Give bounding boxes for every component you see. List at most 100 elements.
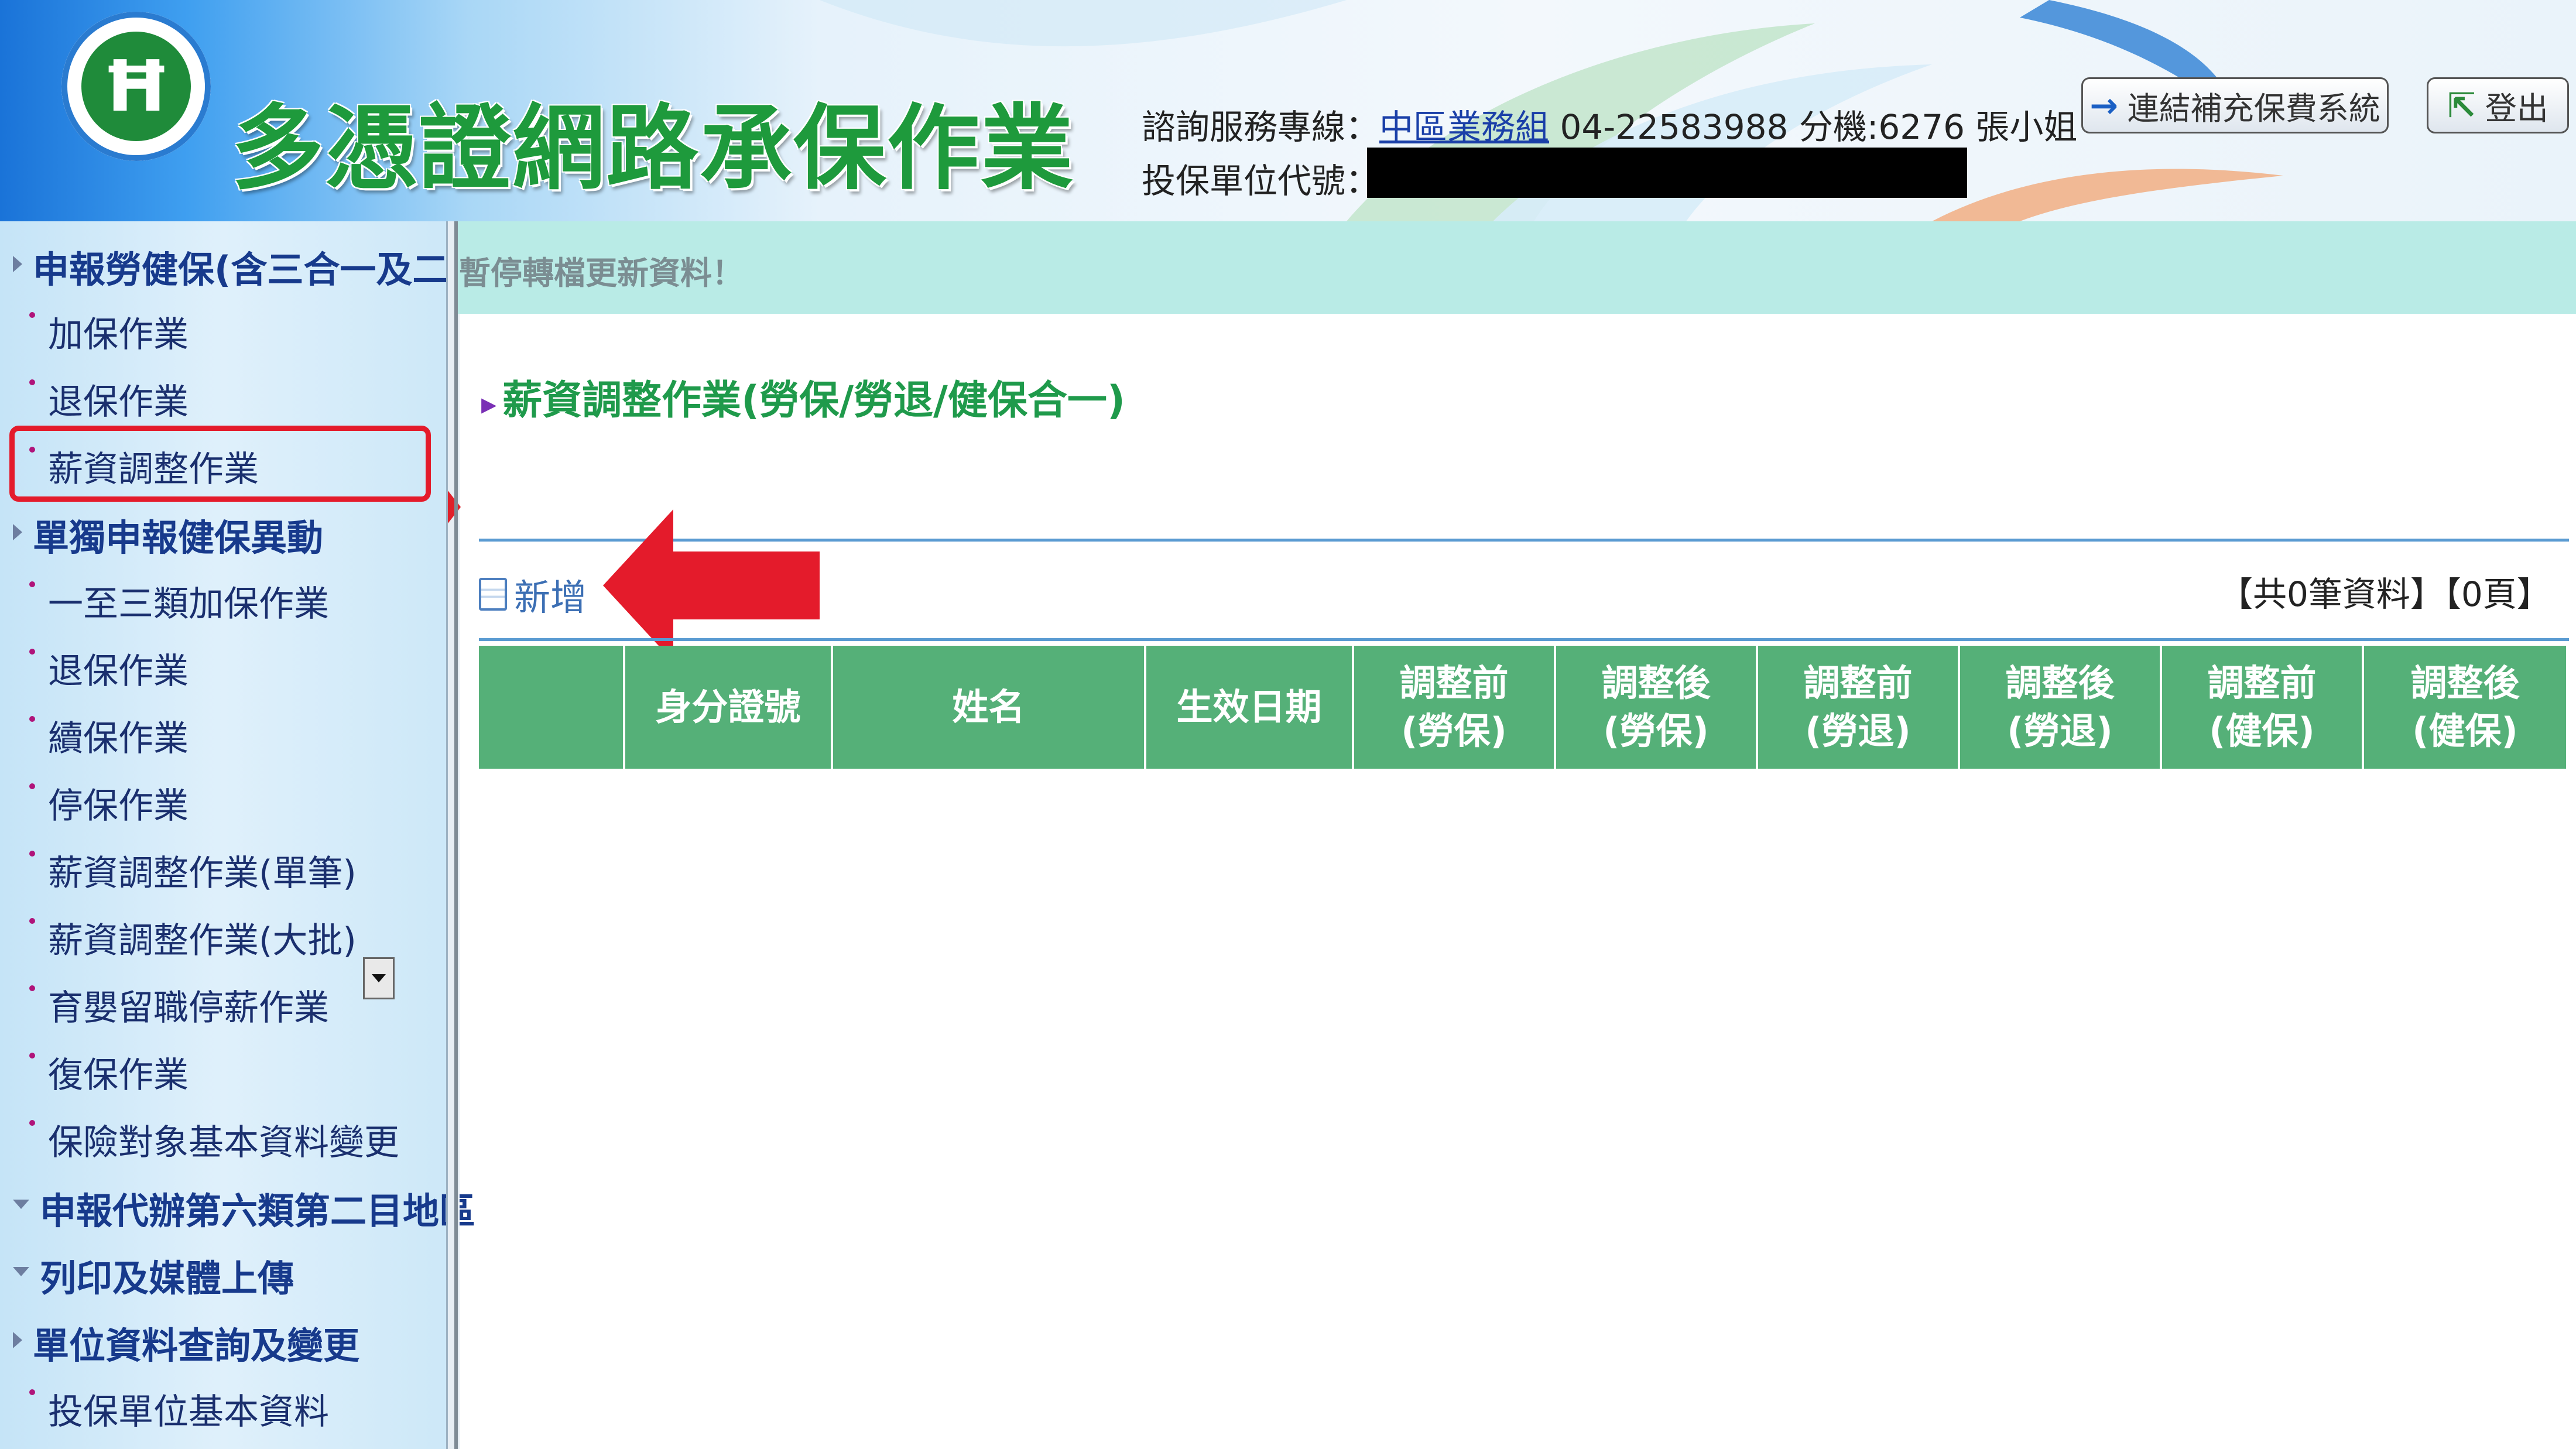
sidebar-item[interactable]: 加保作業 bbox=[29, 306, 189, 357]
sidebar-item-label: 一至三類加保作業 bbox=[48, 584, 329, 625]
sidebar-category[interactable]: 申報勞健保(含三合一及二 bbox=[13, 240, 448, 293]
sidebar-item-label: 薪資調整作業(單筆) bbox=[48, 853, 357, 894]
app-header: Ħ 多憑證網路承保作業 諮詢服務專線：中區業務組 04-22583988 分機:… bbox=[0, 0, 2576, 221]
bullet-icon: ▸ bbox=[481, 386, 497, 422]
bullet-dot-icon bbox=[29, 918, 35, 924]
header-line: 調整前 bbox=[1803, 662, 1913, 704]
section-title: ▸ 薪資調整作業(勞保/勞退/健保合一) bbox=[481, 378, 1125, 424]
table-header-row: 身分證號 姓名 生效日期 調整前 (勞保) 調整後 (勞保) 調整前 (勞退) 調整後 (勞退) 調整… bbox=[479, 646, 2566, 769]
splitter-line bbox=[454, 221, 458, 1449]
record-count: 【共0筆資料】【0頁】 bbox=[2219, 574, 2551, 614]
table-header-cell: 調整後 (勞保) bbox=[1556, 646, 1758, 769]
caret-down-icon bbox=[13, 1199, 29, 1209]
header-line: 姓名 bbox=[952, 686, 1025, 728]
table-header-cell: 調整前 (健保) bbox=[2162, 646, 2364, 769]
sidebar: 申報勞健保(含三合一及二 加保作業 退保作業 薪資調整作業 單獨申報健保異動 一至三類加保… bbox=[0, 221, 475, 1449]
sidebar-item-label: 退保作業 bbox=[48, 382, 189, 423]
header-line: (健保) bbox=[2209, 710, 2315, 752]
table-header-cell: 調整後 (健保) bbox=[2364, 646, 2566, 769]
sidebar-item-label: 投保單位基本資料 bbox=[48, 1392, 329, 1433]
sidebar-item-label: 單獨申報健保異動 bbox=[33, 516, 324, 559]
hotline-info: 諮詢服務專線：中區業務組 04-22583988 分機:6276 張小姐 bbox=[1142, 107, 2078, 147]
sidebar-item-label: 育嬰留職停薪作業 bbox=[48, 988, 329, 1029]
sidebar-item[interactable]: 退保作業 bbox=[29, 374, 189, 424]
notice-bar: 暫停轉檔更新資料！ bbox=[458, 221, 2576, 314]
sidebar-item[interactable]: 停保作業 bbox=[29, 777, 189, 828]
sidebar-item-label: 申報代辦第六類第二目地區 bbox=[40, 1190, 476, 1232]
sidebar-category[interactable]: 申報代辦第六類第二目地區 bbox=[13, 1181, 475, 1234]
header-line: (健保) bbox=[2412, 710, 2518, 752]
sidebar-item-label: 列印及媒體上傳 bbox=[40, 1257, 294, 1300]
header-line: (勞保) bbox=[1603, 710, 1709, 752]
sidebar-item-label: 申報勞健保(含三合一及二 bbox=[33, 248, 449, 291]
sidebar-item[interactable]: 一至三類加保作業 bbox=[29, 576, 329, 626]
table-header-cell bbox=[479, 646, 625, 769]
caret-down-icon bbox=[13, 1266, 29, 1276]
sidebar-item[interactable]: 薪資調整作業(單筆) bbox=[29, 845, 357, 896]
supplement-fee-link-button[interactable]: → 連結補充保費系統 bbox=[2081, 77, 2389, 133]
bullet-dot-icon bbox=[29, 312, 35, 318]
add-document-icon bbox=[479, 578, 507, 611]
arrow-right-icon: → bbox=[2089, 85, 2118, 125]
caret-right-icon bbox=[13, 1331, 22, 1348]
unit-code-label: 投保單位代號： bbox=[1142, 161, 1380, 201]
table-header-cell: 調整前 (勞退) bbox=[1758, 646, 1960, 769]
table-divider bbox=[479, 638, 2569, 641]
caret-right-icon bbox=[13, 255, 22, 272]
bullet-dot-icon bbox=[29, 985, 35, 991]
sidebar-item[interactable]: 復保作業 bbox=[29, 1047, 189, 1098]
chevron-down-icon bbox=[372, 974, 386, 982]
sidebar-category[interactable]: 單位資料查詢及變更 bbox=[13, 1316, 359, 1369]
table-header-cell: 身分證號 bbox=[625, 646, 833, 769]
sidebar-item[interactable]: 退保作業 bbox=[29, 643, 189, 694]
sidebar-item-label: 復保作業 bbox=[48, 1055, 189, 1096]
caret-right-icon bbox=[13, 523, 22, 540]
header-line: 調整後 bbox=[2410, 662, 2520, 704]
hotline-link[interactable]: 中區業務組 bbox=[1379, 107, 1549, 147]
table-header-cell: 調整前 (勞保) bbox=[1354, 646, 1556, 769]
sidebar-item-label: 單位資料查詢及變更 bbox=[33, 1324, 360, 1367]
sidebar-item-label: 退保作業 bbox=[48, 651, 189, 692]
redacted-unit-code bbox=[1367, 148, 1967, 198]
sidebar-item-label: 薪資調整作業(大批) bbox=[48, 920, 357, 961]
sidebar-category[interactable]: 單獨申報健保異動 bbox=[13, 508, 323, 561]
sidebar-item[interactable]: 育嬰留職停薪作業 bbox=[29, 979, 329, 1030]
header-line: 調整後 bbox=[1601, 662, 1711, 704]
header-line: 身分證號 bbox=[655, 686, 801, 728]
bullet-dot-icon bbox=[29, 1053, 35, 1059]
header-line: (勞保) bbox=[1401, 710, 1507, 752]
header-line: 調整後 bbox=[2005, 662, 2115, 704]
scroll-down-button[interactable] bbox=[363, 957, 395, 999]
logout-button[interactable]: ⇱ 登出 bbox=[2427, 77, 2569, 133]
nhi-logo: Ħ bbox=[61, 12, 211, 161]
sidebar-item[interactable]: 投保單位基本資料 bbox=[29, 1383, 329, 1434]
bullet-dot-icon bbox=[29, 1389, 35, 1395]
header-line: 生效日期 bbox=[1176, 686, 1322, 728]
exit-door-icon: ⇱ bbox=[2447, 85, 2476, 125]
sidebar-item-label: 停保作業 bbox=[48, 786, 189, 827]
bullet-dot-icon bbox=[29, 379, 35, 385]
table-header-cell: 生效日期 bbox=[1146, 646, 1354, 769]
notice-text: 暫停轉檔更新資料！ bbox=[459, 255, 744, 292]
highlight-annotation bbox=[9, 426, 431, 502]
sidebar-category[interactable]: 列印及媒體上傳 bbox=[13, 1249, 294, 1301]
sidebar-item-label: 加保作業 bbox=[48, 314, 189, 355]
sidebar-item[interactable]: 保險對象基本資料變更 bbox=[29, 1114, 399, 1165]
table-header-cell: 姓名 bbox=[833, 646, 1146, 769]
header-line: 調整前 bbox=[2207, 662, 2317, 704]
bullet-dot-icon bbox=[29, 649, 35, 655]
header-line: (勞退) bbox=[1805, 710, 1911, 752]
bullet-dot-icon bbox=[29, 783, 35, 789]
bullet-dot-icon bbox=[29, 851, 35, 857]
bullet-dot-icon bbox=[29, 1120, 35, 1126]
sidebar-item[interactable]: 續保作業 bbox=[29, 710, 189, 761]
add-button[interactable]: 新增 bbox=[479, 568, 587, 621]
sidebar-item[interactable]: 薪資調整作業(大批) bbox=[29, 912, 357, 963]
app-title: 多憑證網路承保作業 bbox=[231, 95, 1074, 203]
sidebar-item-label: 續保作業 bbox=[48, 718, 189, 759]
header-line: 調整前 bbox=[1399, 662, 1509, 704]
sidebar-item-label: 保險對象基本資料變更 bbox=[48, 1122, 399, 1163]
bullet-dot-icon bbox=[29, 581, 35, 587]
table-header-cell: 調整後 (勞退) bbox=[1960, 646, 2162, 769]
header-line: (勞退) bbox=[2007, 710, 2113, 752]
